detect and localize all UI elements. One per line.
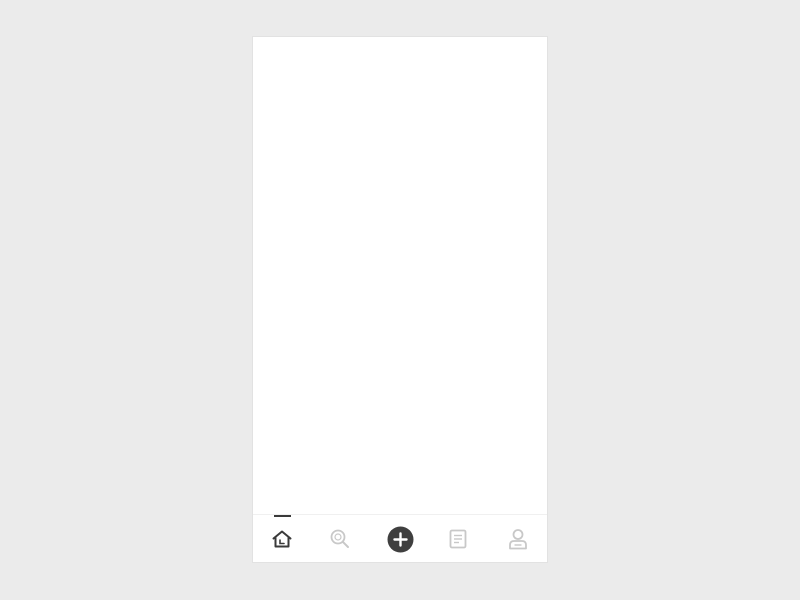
content-area: [253, 37, 547, 514]
document-icon: [449, 529, 467, 549]
plus-circle-icon: [387, 526, 414, 553]
user-icon: [508, 528, 528, 550]
tab-profile[interactable]: [489, 515, 547, 562]
phone-screen: [253, 37, 547, 562]
tab-home[interactable]: [253, 515, 311, 562]
search-icon: [329, 528, 351, 550]
tab-notes[interactable]: [429, 515, 487, 562]
home-icon: [271, 529, 293, 549]
tab-search[interactable]: [311, 515, 369, 562]
tab-add[interactable]: [371, 515, 429, 562]
bottom-tab-bar: [253, 514, 547, 562]
